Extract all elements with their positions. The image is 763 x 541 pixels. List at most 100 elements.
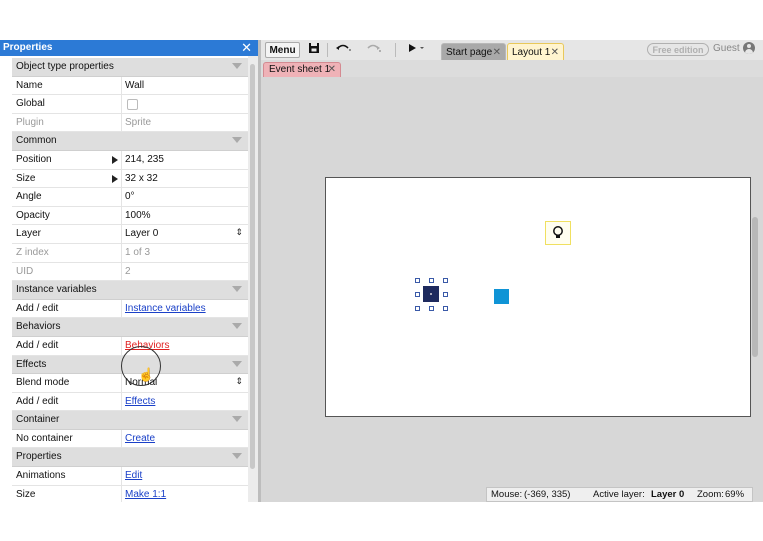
select-arrows-icon[interactable]: ⇕	[235, 227, 243, 238]
column-divider	[121, 113, 122, 132]
close-icon[interactable]: ✕	[241, 40, 252, 56]
property-value[interactable]: 32 x 32	[125, 173, 158, 184]
property-link[interactable]: Edit	[125, 470, 142, 481]
subtab-bar: Event sheet 1 ✕	[261, 60, 763, 77]
expand-arrow-icon[interactable]	[112, 174, 118, 183]
property-label: Global	[16, 98, 45, 110]
property-row: Plugin Sprite	[12, 113, 248, 133]
active-layer-value: Layer 0	[651, 489, 685, 500]
properties-scrollbar-thumb[interactable]	[250, 64, 255, 469]
mouse-label: Mouse:	[491, 489, 523, 500]
select-arrows-icon[interactable]: ⇕	[235, 376, 243, 387]
collapse-arrow-icon[interactable]	[232, 286, 242, 293]
column-divider	[121, 336, 122, 355]
guest-label[interactable]: Guest	[713, 43, 740, 54]
resize-handle[interactable]	[443, 306, 448, 311]
layout-view[interactable]	[261, 77, 763, 502]
close-icon[interactable]: ✕	[551, 44, 559, 61]
property-section-header[interactable]: Object type properties	[12, 58, 248, 77]
construct-editor: Properties ✕ Object type properties Name W…	[0, 40, 763, 502]
mouse-coordinates: (-369, 335)	[524, 489, 571, 500]
toolbar-separator	[327, 43, 328, 57]
property-row: Layer Layer 0 ⇕	[12, 225, 248, 244]
tab-start-page[interactable]: Start page ✕	[441, 43, 506, 60]
property-value[interactable]: 100%	[125, 210, 151, 221]
property-value: Sprite	[125, 116, 152, 128]
wall-sprite-instance[interactable]	[423, 286, 439, 302]
user-icon[interactable]	[743, 42, 755, 54]
resize-handle[interactable]	[429, 306, 434, 311]
resize-handle[interactable]	[415, 278, 420, 283]
property-link[interactable]: Effects	[125, 396, 155, 407]
layout-scrollbar[interactable]	[752, 217, 758, 357]
section-label: Object type properties	[16, 61, 114, 72]
toolbar-separator	[395, 43, 396, 57]
property-select[interactable]: Layer 0	[125, 228, 158, 239]
property-label: Add / edit	[16, 395, 59, 407]
section-label: Instance variables	[16, 284, 97, 296]
close-icon[interactable]: ✕	[328, 63, 336, 77]
property-label: Plugin	[16, 116, 44, 128]
collapse-arrow-icon[interactable]	[232, 323, 242, 330]
close-icon[interactable]: ✕	[493, 44, 501, 61]
resize-handle[interactable]	[443, 278, 448, 283]
property-section-header[interactable]: Common	[12, 132, 248, 151]
property-row: Animations Edit	[12, 467, 248, 486]
property-section-header[interactable]: Instance variables	[12, 281, 248, 300]
redo-icon[interactable]	[365, 42, 381, 58]
property-row: No container Create	[12, 429, 248, 449]
property-value[interactable]: Wall	[125, 80, 144, 91]
property-value: 2	[125, 265, 131, 277]
collapse-arrow-icon[interactable]	[232, 137, 242, 144]
property-value[interactable]: 214, 235	[125, 154, 164, 165]
undo-icon[interactable]	[335, 42, 351, 58]
collapse-arrow-icon[interactable]	[232, 63, 242, 69]
property-link[interactable]: Create	[125, 433, 155, 444]
property-row: Angle 0°	[12, 188, 248, 207]
expand-arrow-icon[interactable]	[112, 155, 118, 164]
save-icon[interactable]	[308, 42, 320, 58]
global-checkbox[interactable]	[127, 99, 138, 111]
column-divider	[121, 150, 122, 169]
column-divider	[121, 76, 122, 95]
property-row: Z index 1 of 3	[12, 243, 248, 263]
column-divider	[121, 374, 122, 392]
tab-event-sheet-1[interactable]: Event sheet 1 ✕	[263, 62, 341, 77]
property-section-header[interactable]: Container	[12, 411, 248, 430]
layout-canvas[interactable]	[325, 177, 751, 417]
collapse-arrow-icon[interactable]	[232, 416, 242, 423]
property-value[interactable]: 0°	[125, 191, 135, 202]
status-bar: Mouse: (-369, 335) Active layer: Layer 0…	[486, 487, 753, 502]
resize-handle[interactable]	[415, 292, 420, 297]
column-divider	[121, 243, 122, 262]
property-label: Blend mode	[16, 377, 70, 389]
toolbar: Menu Start page ✕ Layout 1 ✕ Free editio…	[261, 40, 763, 60]
property-row: Size Make 1:1	[12, 485, 248, 502]
property-section-header[interactable]: Properties	[12, 448, 248, 468]
collapse-arrow-icon[interactable]	[232, 360, 242, 367]
property-section-header[interactable]: Behaviors	[12, 318, 248, 337]
lightbulb-icon[interactable]	[545, 221, 571, 245]
resize-handle[interactable]	[415, 306, 420, 311]
section-label: Behaviors	[16, 321, 61, 333]
play-icon[interactable]	[407, 42, 425, 58]
property-link[interactable]: Make 1:1	[125, 489, 166, 500]
blue-sprite-instance[interactable]	[494, 289, 509, 304]
tab-label: Start page	[446, 47, 493, 58]
zoom-label: Zoom:	[697, 489, 724, 500]
tab-layout-1[interactable]: Layout 1 ✕	[507, 43, 564, 60]
property-label: Add / edit	[16, 339, 59, 351]
free-edition-badge[interactable]: Free edition	[647, 43, 709, 56]
collapse-arrow-icon[interactable]	[232, 453, 242, 460]
properties-header: Properties ✕	[0, 40, 258, 56]
resize-handle[interactable]	[429, 278, 434, 283]
menu-button[interactable]: Menu	[265, 42, 300, 58]
property-label: UID	[16, 265, 34, 277]
property-label: Animations	[16, 470, 66, 482]
properties-panel: Properties ✕ Object type properties Name W…	[0, 40, 258, 502]
section-label: Container	[16, 414, 60, 426]
tab-label: Layout 1	[512, 47, 551, 58]
column-divider	[121, 225, 122, 243]
resize-handle[interactable]	[443, 292, 448, 297]
property-link[interactable]: Instance variables	[125, 303, 206, 314]
